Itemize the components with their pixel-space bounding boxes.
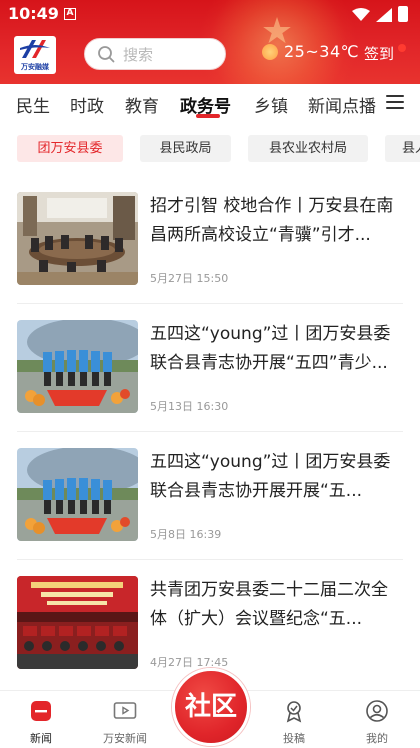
active-tab-indicator [196,114,220,118]
news-icon [31,701,51,721]
article-date: 5月27日 15:50 [150,272,229,285]
weather-widget[interactable]: 25~34℃ [262,42,359,61]
nav-wanan-news-label: 万安新闻 [103,732,147,745]
chip-partial[interactable]: 县人 [385,135,420,162]
article-item[interactable]: 五四这“young”过丨团万安县委联合县青志协开展开展“五... 5月8日 16… [0,432,420,560]
nav-news[interactable]: 新闻 [6,695,76,746]
sun-icon [262,43,278,60]
nav-news-label: 新闻 [30,732,52,745]
nav-submit-label: 投稿 [283,732,305,745]
article-item[interactable]: 五四这“young”过丨团万安县委联合县青志协开展“五四”青少... 5月13日… [0,304,420,432]
weather-temp: 25~34℃ [284,42,360,61]
chip-minzheng[interactable]: 县民政局 [140,135,231,162]
signin-button[interactable]: 签到 [364,43,394,64]
search-icon [98,46,115,63]
article-title: 招才引智 校地合作丨万安县在南昌两所高校设立“青骥”引才... [150,196,394,245]
account-chips: 团万安县委 县民政局 县农业农村局 县人 [0,130,420,170]
article-thumbnail [17,320,138,413]
tab-shizheng[interactable]: 时政 [70,92,104,117]
chip-nongye[interactable]: 县农业农村局 [248,135,368,162]
app-header: ★ 10:49 A 万安融媒 搜索 25~34℃ 签到 [0,0,420,84]
article-date: 5月13日 16:30 [150,400,229,413]
community-button[interactable]: 社区 [172,668,250,746]
article-thumbnail [17,448,138,541]
app-logo[interactable]: 万安融媒 [14,36,56,74]
article-title: 共青团万安县委二十二届二次全体（扩大）会议暨纪念“五... [150,580,388,629]
tab-jiaoyu[interactable]: 教育 [125,92,159,117]
nav-profile[interactable]: 我的 [342,695,412,746]
profile-icon [366,700,388,722]
battery-icon [398,6,408,22]
sim-indicator-icon: A [64,8,76,20]
nav-wanan-news[interactable]: 万安新闻 [90,695,160,746]
status-bar: 10:49 A [0,0,420,28]
menu-icon[interactable] [386,95,404,109]
channel-tabs: 民生 时政 教育 政务号 乡镇 新闻点播 [0,84,420,126]
video-icon [113,702,137,719]
notification-dot [398,44,406,52]
search-placeholder: 搜索 [123,45,154,64]
chip-tuanwanan[interactable]: 团万安县委 [17,135,123,162]
status-time: 10:49 [8,4,59,23]
search-box[interactable]: 搜索 [84,38,226,70]
wifi-icon [352,8,370,21]
tab-xiangzhen[interactable]: 乡镇 [254,92,288,117]
article-thumbnail [17,192,138,285]
logo-text: 万安融媒 [21,63,49,71]
nav-profile-label: 我的 [366,732,388,745]
nav-submit[interactable]: 投稿 [259,695,329,746]
signal-icon [376,8,392,22]
article-item[interactable]: 招才引智 校地合作丨万安县在南昌两所高校设立“青骥”引才... 5月27日 15… [0,176,420,304]
article-date: 5月8日 16:39 [150,528,222,541]
tab-xinwendianbo[interactable]: 新闻点播 [308,92,376,117]
article-thumbnail [17,576,138,669]
article-title: 五四这“young”过丨团万安县委联合县青志协开展“五四”青少... [150,324,391,373]
submit-icon [286,701,302,723]
status-icons [352,6,408,22]
logo-mark-icon [20,40,50,58]
tab-minsheng[interactable]: 民生 [16,92,50,117]
article-title: 五四这“young”过丨团万安县委联合县青志协开展开展“五... [150,452,391,501]
